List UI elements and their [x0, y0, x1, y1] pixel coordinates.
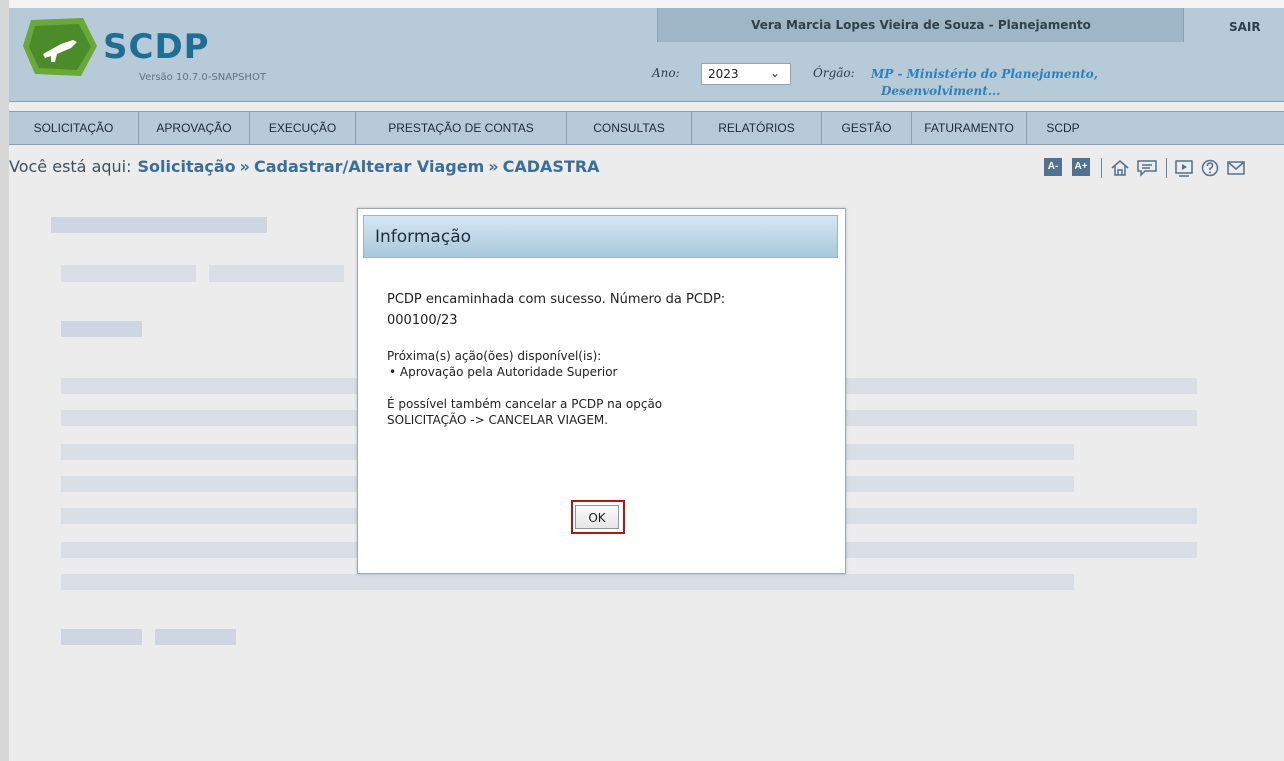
organ-value-line1: MP - Ministério do Planejamento, — [871, 67, 1098, 81]
home-icon[interactable] — [1110, 158, 1130, 178]
logout-button[interactable]: SAIR — [1183, 8, 1284, 42]
user-name: Vera Marcia Lopes Vieira de Souza - Plan… — [751, 18, 1091, 32]
next-action-item: • Aprovação pela Autoridade Superior — [389, 365, 618, 379]
placeholder-bar — [51, 217, 267, 233]
video-icon[interactable] — [1174, 158, 1194, 178]
menu-solicitacao[interactable]: SOLICITAÇÃO — [9, 112, 139, 144]
organ-label: Órgão: — [813, 66, 855, 80]
logout-label: SAIR — [1229, 20, 1261, 34]
success-message: PCDP encaminhada com sucesso. Número da … — [387, 292, 726, 307]
information-dialog: Informação PCDP encaminhada com sucesso.… — [357, 208, 846, 574]
next-actions-heading: Próxima(s) ação(ões) disponível(is): — [387, 349, 602, 363]
pcdp-number: 000100/23 — [387, 313, 458, 328]
menu-execucao[interactable]: EXECUÇÃO — [250, 112, 356, 144]
left-frame-strip — [0, 0, 9, 761]
user-info-box: Vera Marcia Lopes Vieira de Souza - Plan… — [657, 8, 1184, 42]
dialog-header: Informação — [363, 215, 838, 258]
menu-gestao[interactable]: GESTÃO — [822, 112, 912, 144]
font-decrease-button[interactable]: A- — [1044, 158, 1062, 176]
breadcrumb-item-solicitacao[interactable]: Solicitação — [138, 157, 236, 176]
menu-scdp[interactable]: SCDP — [1027, 112, 1099, 144]
toolbar-divider — [1166, 158, 1167, 178]
cancel-note-line1: É possível também cancelar a PCDP na opç… — [387, 397, 663, 411]
dialog-body: PCDP encaminhada com sucesso. Número da … — [387, 289, 817, 428]
placeholder-bar — [155, 629, 236, 645]
main-menu: SOLICITAÇÃO APROVAÇÃO EXECUÇÃO PRESTAÇÃO… — [9, 111, 1284, 145]
cancel-note: É possível também cancelar a PCDP na opç… — [387, 396, 817, 428]
placeholder-bar — [61, 574, 1074, 590]
version-label: Versão 10.7.0-SNAPSHOT — [139, 72, 266, 83]
placeholder-bar — [61, 265, 196, 282]
menu-faturamento[interactable]: FATURAMENTO — [912, 112, 1027, 144]
placeholder-bar — [61, 321, 142, 337]
placeholder-bar — [61, 629, 142, 645]
ok-button-highlight: OK — [571, 500, 625, 534]
brand-title: SCDP — [103, 27, 210, 67]
year-label: Ano: — [652, 66, 680, 80]
toolbar-divider — [1101, 158, 1102, 178]
breadcrumb-item-cadastra: CADASTRA — [502, 157, 600, 176]
menu-consultas[interactable]: CONSULTAS — [567, 112, 692, 144]
year-value: 2023 — [708, 67, 739, 81]
organ-value-link[interactable]: MP - Ministério do Planejamento, Desenvo… — [871, 66, 1181, 100]
year-select[interactable]: 2023 ⌄ — [701, 63, 791, 85]
menu-aprovacao[interactable]: APROVAÇÃO — [139, 112, 250, 144]
help-icon[interactable] — [1200, 158, 1220, 178]
chat-icon[interactable] — [1136, 158, 1158, 178]
breadcrumb-separator-icon: » — [239, 157, 251, 176]
menu-prestacao-de-contas[interactable]: PRESTAÇÃO DE CONTAS — [356, 112, 567, 144]
breadcrumb: Você está aqui: Solicitação» Cadastrar/Alt… — [9, 157, 909, 183]
toolbar-icons: A- A+ — [1044, 157, 1284, 183]
mail-icon[interactable] — [1226, 158, 1246, 178]
ok-button[interactable]: OK — [575, 505, 619, 529]
dialog-title: Informação — [375, 227, 472, 247]
breadcrumb-separator-icon: » — [488, 157, 499, 176]
font-increase-button[interactable]: A+ — [1072, 158, 1090, 176]
next-action-text: Aprovação pela Autoridade Superior — [399, 365, 618, 379]
chevron-down-icon: ⌄ — [769, 66, 780, 80]
scdp-logo-icon — [23, 18, 97, 76]
top-frame-strip — [0, 0, 1284, 8]
cancel-note-line2: SOLICITAÇÃO -> CANCELAR VIAGEM. — [387, 413, 609, 427]
placeholder-bar — [209, 265, 344, 282]
organ-value-line2: Desenvolviment... — [881, 84, 1001, 98]
breadcrumb-label: Você está aqui: — [9, 157, 132, 176]
menu-relatorios[interactable]: RELATÓRIOS — [692, 112, 822, 144]
app-header: SCDP Versão 10.7.0-SNAPSHOT Vera Marcia … — [9, 8, 1284, 102]
breadcrumb-item-cadastrar-alterar[interactable]: Cadastrar/Alterar Viagem — [254, 157, 484, 176]
